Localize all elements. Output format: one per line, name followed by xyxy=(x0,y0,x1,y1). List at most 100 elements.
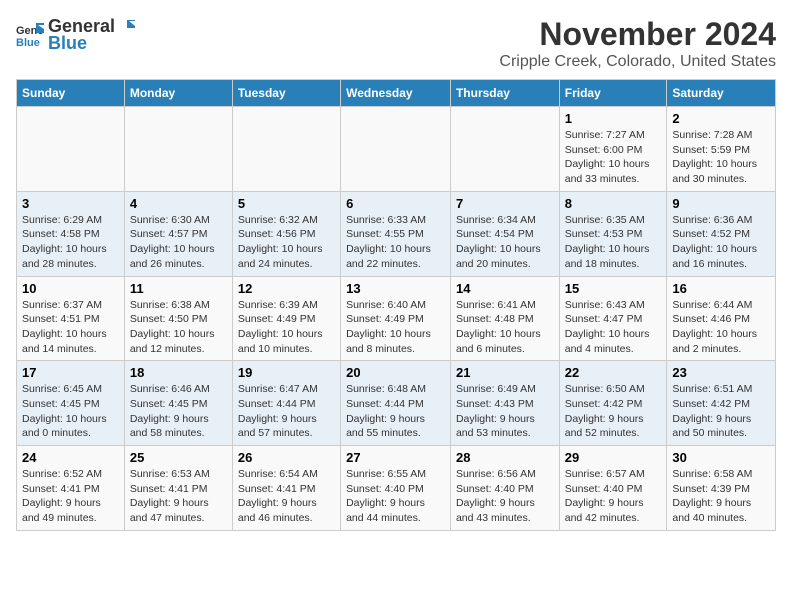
weekday-header: Friday xyxy=(559,80,667,107)
logo-icon: General Blue xyxy=(16,21,44,49)
calendar-cell: 4 Sunrise: 6:30 AM Sunset: 4:57 PM Daylig… xyxy=(124,191,232,276)
calendar-cell: 28Sunrise: 6:56 AM Sunset: 4:40 PM Dayli… xyxy=(450,446,559,531)
day-number: 29 xyxy=(565,450,662,465)
day-info: Sunrise: 6:40 AM Sunset: 4:49 PM Dayligh… xyxy=(346,298,445,357)
day-number: 2 xyxy=(672,111,770,126)
calendar-week-row: 1 Sunrise: 7:27 AM Sunset: 6:00 PM Daylig… xyxy=(17,107,776,192)
calendar-cell: 26 Sunrise: 6:54 AM Sunset: 4:41 PM Dayli… xyxy=(232,446,340,531)
day-info: Sunrise: 6:44 AM Sunset: 4:46 PM Dayligh… xyxy=(672,298,770,357)
day-info: Sunrise: 6:39 AM Sunset: 4:49 PM Dayligh… xyxy=(238,298,335,357)
day-number: 16 xyxy=(672,281,770,296)
month-title: November 2024 xyxy=(499,16,776,53)
calendar-header-row: SundayMondayTuesdayWednesdayThursdayFrid… xyxy=(17,80,776,107)
day-info: Sunrise: 6:54 AM Sunset: 4:41 PM Dayligh… xyxy=(238,467,335,526)
calendar-cell: 22 Sunrise: 6:50 AM Sunset: 4:42 PM Dayli… xyxy=(559,361,667,446)
calendar-cell: 19 Sunrise: 6:47 AM Sunset: 4:44 PM Dayli… xyxy=(232,361,340,446)
calendar-week-row: 10Sunrise: 6:37 AM Sunset: 4:51 PM Dayli… xyxy=(17,276,776,361)
day-info: Sunrise: 6:46 AM Sunset: 4:45 PM Dayligh… xyxy=(130,382,227,441)
day-number: 26 xyxy=(238,450,335,465)
day-info: Sunrise: 6:33 AM Sunset: 4:55 PM Dayligh… xyxy=(346,213,445,272)
calendar-cell: 5 Sunrise: 6:32 AM Sunset: 4:56 PM Daylig… xyxy=(232,191,340,276)
day-info: Sunrise: 6:55 AM Sunset: 4:40 PM Dayligh… xyxy=(346,467,445,526)
day-number: 8 xyxy=(565,196,662,211)
calendar-cell: 14 Sunrise: 6:41 AM Sunset: 4:48 PM Dayli… xyxy=(450,276,559,361)
header: General Blue General Blue November 2024 … xyxy=(16,16,776,71)
calendar-cell: 1 Sunrise: 7:27 AM Sunset: 6:00 PM Daylig… xyxy=(559,107,667,192)
day-number: 22 xyxy=(565,365,662,380)
day-number: 12 xyxy=(238,281,335,296)
day-info: Sunrise: 6:38 AM Sunset: 4:50 PM Dayligh… xyxy=(130,298,227,357)
day-info: Sunrise: 7:27 AM Sunset: 6:00 PM Dayligh… xyxy=(565,128,662,187)
day-number: 18 xyxy=(130,365,227,380)
day-info: Sunrise: 6:50 AM Sunset: 4:42 PM Dayligh… xyxy=(565,382,662,441)
weekday-header: Saturday xyxy=(667,80,776,107)
day-number: 20 xyxy=(346,365,445,380)
calendar-cell: 10Sunrise: 6:37 AM Sunset: 4:51 PM Dayli… xyxy=(17,276,125,361)
calendar-cell: 18 Sunrise: 6:46 AM Sunset: 4:45 PM Dayli… xyxy=(124,361,232,446)
day-number: 17 xyxy=(22,365,119,380)
title-area: November 2024 Cripple Creek, Colorado, U… xyxy=(499,16,776,71)
location-title: Cripple Creek, Colorado, United States xyxy=(499,53,776,71)
day-number: 11 xyxy=(130,281,227,296)
day-info: Sunrise: 6:57 AM Sunset: 4:40 PM Dayligh… xyxy=(565,467,662,526)
calendar-cell: 2Sunrise: 7:28 AM Sunset: 5:59 PM Daylig… xyxy=(667,107,776,192)
day-number: 19 xyxy=(238,365,335,380)
calendar-cell: 11 Sunrise: 6:38 AM Sunset: 4:50 PM Dayli… xyxy=(124,276,232,361)
calendar-table: SundayMondayTuesdayWednesdayThursdayFrid… xyxy=(16,79,776,531)
calendar-cell xyxy=(17,107,125,192)
calendar-cell: 13Sunrise: 6:40 AM Sunset: 4:49 PM Dayli… xyxy=(341,276,451,361)
day-number: 4 xyxy=(130,196,227,211)
calendar-cell: 17 Sunrise: 6:45 AM Sunset: 4:45 PM Dayli… xyxy=(17,361,125,446)
day-info: Sunrise: 6:41 AM Sunset: 4:48 PM Dayligh… xyxy=(456,298,554,357)
calendar-cell xyxy=(341,107,451,192)
calendar-body: 1 Sunrise: 7:27 AM Sunset: 6:00 PM Daylig… xyxy=(17,107,776,531)
weekday-header: Wednesday xyxy=(341,80,451,107)
calendar-cell: 16 Sunrise: 6:44 AM Sunset: 4:46 PM Dayli… xyxy=(667,276,776,361)
calendar-cell: 21Sunrise: 6:49 AM Sunset: 4:43 PM Dayli… xyxy=(450,361,559,446)
day-info: Sunrise: 6:30 AM Sunset: 4:57 PM Dayligh… xyxy=(130,213,227,272)
day-number: 9 xyxy=(672,196,770,211)
day-number: 7 xyxy=(456,196,554,211)
day-number: 21 xyxy=(456,365,554,380)
day-info: Sunrise: 6:34 AM Sunset: 4:54 PM Dayligh… xyxy=(456,213,554,272)
day-info: Sunrise: 6:53 AM Sunset: 4:41 PM Dayligh… xyxy=(130,467,227,526)
day-info: Sunrise: 6:43 AM Sunset: 4:47 PM Dayligh… xyxy=(565,298,662,357)
calendar-cell: 23Sunrise: 6:51 AM Sunset: 4:42 PM Dayli… xyxy=(667,361,776,446)
day-info: Sunrise: 6:48 AM Sunset: 4:44 PM Dayligh… xyxy=(346,382,445,441)
day-info: Sunrise: 6:52 AM Sunset: 4:41 PM Dayligh… xyxy=(22,467,119,526)
day-info: Sunrise: 6:32 AM Sunset: 4:56 PM Dayligh… xyxy=(238,213,335,272)
calendar-cell: 29 Sunrise: 6:57 AM Sunset: 4:40 PM Dayli… xyxy=(559,446,667,531)
calendar-cell: 7 Sunrise: 6:34 AM Sunset: 4:54 PM Daylig… xyxy=(450,191,559,276)
day-info: Sunrise: 6:47 AM Sunset: 4:44 PM Dayligh… xyxy=(238,382,335,441)
calendar-cell xyxy=(232,107,340,192)
weekday-header: Sunday xyxy=(17,80,125,107)
calendar-cell: 6Sunrise: 6:33 AM Sunset: 4:55 PM Daylig… xyxy=(341,191,451,276)
day-number: 27 xyxy=(346,450,445,465)
day-number: 24 xyxy=(22,450,119,465)
calendar-week-row: 3Sunrise: 6:29 AM Sunset: 4:58 PM Daylig… xyxy=(17,191,776,276)
day-number: 15 xyxy=(565,281,662,296)
day-info: Sunrise: 6:56 AM Sunset: 4:40 PM Dayligh… xyxy=(456,467,554,526)
calendar-cell: 20 Sunrise: 6:48 AM Sunset: 4:44 PM Dayli… xyxy=(341,361,451,446)
logo: General Blue General Blue xyxy=(16,16,137,54)
calendar-cell: 27 Sunrise: 6:55 AM Sunset: 4:40 PM Dayli… xyxy=(341,446,451,531)
calendar-cell: 9 Sunrise: 6:36 AM Sunset: 4:52 PM Daylig… xyxy=(667,191,776,276)
calendar-cell: 8Sunrise: 6:35 AM Sunset: 4:53 PM Daylig… xyxy=(559,191,667,276)
day-number: 5 xyxy=(238,196,335,211)
calendar-cell xyxy=(124,107,232,192)
svg-text:Blue: Blue xyxy=(16,37,40,49)
calendar-cell: 24 Sunrise: 6:52 AM Sunset: 4:41 PM Dayli… xyxy=(17,446,125,531)
day-number: 10 xyxy=(22,281,119,296)
weekday-header: Monday xyxy=(124,80,232,107)
day-number: 14 xyxy=(456,281,554,296)
calendar-cell: 15 Sunrise: 6:43 AM Sunset: 4:47 PM Dayli… xyxy=(559,276,667,361)
calendar-cell: 30Sunrise: 6:58 AM Sunset: 4:39 PM Dayli… xyxy=(667,446,776,531)
day-info: Sunrise: 6:45 AM Sunset: 4:45 PM Dayligh… xyxy=(22,382,119,441)
day-number: 1 xyxy=(565,111,662,126)
day-number: 30 xyxy=(672,450,770,465)
calendar-week-row: 17 Sunrise: 6:45 AM Sunset: 4:45 PM Dayli… xyxy=(17,361,776,446)
day-info: Sunrise: 6:36 AM Sunset: 4:52 PM Dayligh… xyxy=(672,213,770,272)
weekday-header: Tuesday xyxy=(232,80,340,107)
logo-flag-icon xyxy=(117,18,135,36)
day-number: 23 xyxy=(672,365,770,380)
